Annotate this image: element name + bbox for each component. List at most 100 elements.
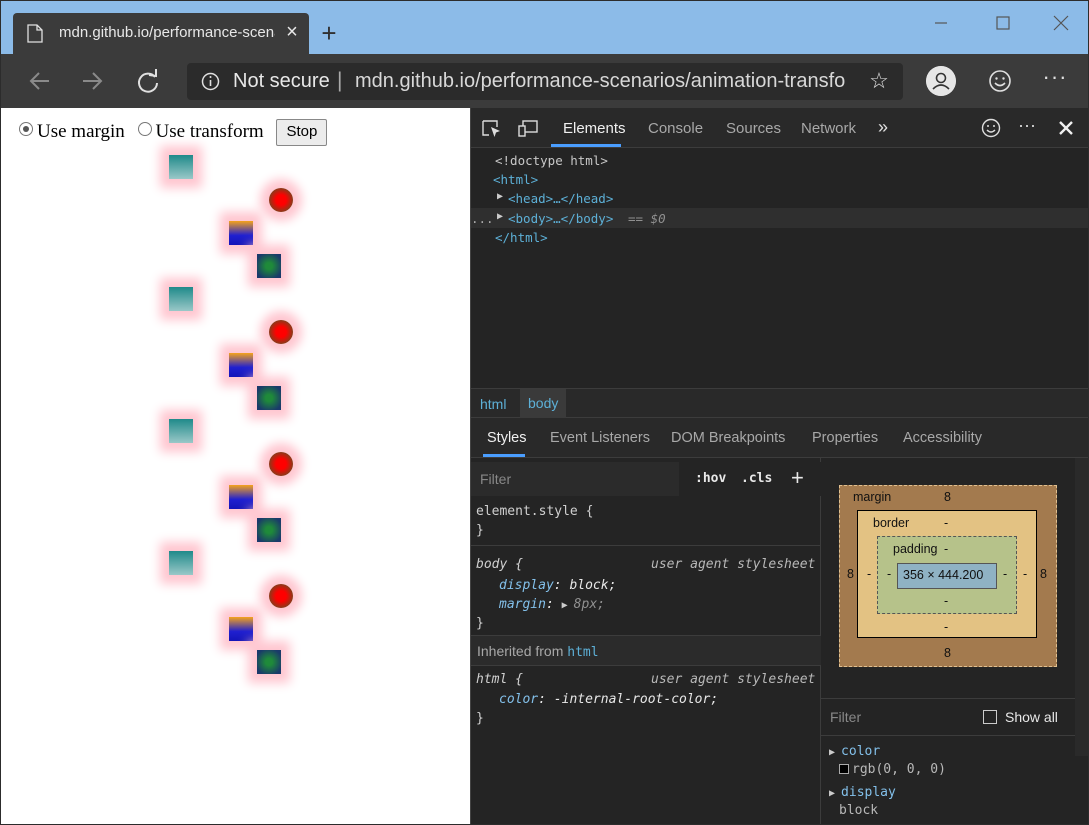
body-prop-display[interactable]: display: block; xyxy=(499,578,616,593)
minimize-icon[interactable] xyxy=(921,11,961,35)
html-prop-color[interactable]: color: -internal-root-color; xyxy=(499,692,718,707)
dom-selected-marker: == $0 xyxy=(628,211,666,226)
tab-elements[interactable]: Elements xyxy=(563,120,626,137)
url-text[interactable]: mdn.github.io/performance-scenarios/anim… xyxy=(355,70,845,93)
body-selector[interactable]: body { xyxy=(476,557,523,572)
content-size-value[interactable]: 356 × 444.200 xyxy=(903,568,983,582)
computed-prop-display[interactable]: ▶ display xyxy=(829,785,896,800)
breadcrumb-html[interactable]: html xyxy=(480,396,506,412)
computed-filter-input[interactable]: Filter xyxy=(830,709,861,725)
profile-avatar-icon[interactable] xyxy=(926,66,956,96)
breadcrumb: html body xyxy=(471,388,1088,418)
show-all-checkbox[interactable] xyxy=(983,710,997,724)
dom-row-ellipsis[interactable]: ... xyxy=(471,211,494,226)
tab-sources[interactable]: Sources xyxy=(726,120,781,137)
computed-scrollbar[interactable] xyxy=(1075,458,1088,756)
color-swatch[interactable] xyxy=(839,764,849,774)
margin-top-value[interactable]: 8 xyxy=(944,490,951,504)
tab-console[interactable]: Console xyxy=(648,120,703,137)
tab-dom-breakpoints[interactable]: DOM Breakpoints xyxy=(671,430,785,446)
dom-html-open[interactable]: <html> xyxy=(493,172,538,187)
hover-state-toggle[interactable]: :hov xyxy=(695,471,726,486)
browser-tab[interactable]: mdn.github.io/performance-scenarios/anim… xyxy=(13,13,309,54)
body-prop-margin[interactable]: margin: ▶ 8px; xyxy=(499,597,605,612)
margin-bottom-value[interactable]: 8 xyxy=(944,646,951,660)
info-icon[interactable] xyxy=(201,72,220,91)
tab-styles[interactable]: Styles xyxy=(487,430,527,446)
html-selector[interactable]: html { xyxy=(476,672,523,687)
new-tab-button[interactable]: + xyxy=(317,20,341,46)
breadcrumb-body[interactable]: body xyxy=(520,389,567,418)
element-style-selector[interactable]: element.style { xyxy=(476,504,593,519)
show-all-label[interactable]: Show all xyxy=(1005,709,1058,725)
devtools-panel: Elements Console Sources Network » ··· <… xyxy=(470,108,1088,824)
prop-value: block; xyxy=(569,578,617,593)
inherited-prefix: Inherited from xyxy=(477,643,564,659)
tab-properties[interactable]: Properties xyxy=(812,430,878,446)
html-rule: html { user agent stylesheet color: -int… xyxy=(471,666,821,736)
expand-computed-icon[interactable]: ▶ xyxy=(829,788,841,799)
border-bottom-value[interactable]: - xyxy=(944,620,948,634)
browser-window: mdn.github.io/performance-scenarios/anim… xyxy=(0,0,1089,825)
close-devtools-icon[interactable] xyxy=(1055,117,1077,139)
computed-prop-color[interactable]: ▶ color xyxy=(829,744,880,759)
tab-close-icon[interactable]: × xyxy=(281,21,303,43)
forward-arrow-icon[interactable] xyxy=(77,66,109,96)
close-window-icon[interactable] xyxy=(1041,11,1081,35)
favorite-star-icon[interactable]: ☆ xyxy=(867,68,891,94)
feedback-smiley-icon[interactable] xyxy=(980,117,1002,139)
dom-html-close[interactable]: </html> xyxy=(495,230,548,245)
more-tabs-chevron-icon[interactable]: » xyxy=(878,117,888,138)
inherited-from-link[interactable]: html xyxy=(567,645,598,660)
back-arrow-icon[interactable] xyxy=(23,66,55,96)
padding-top-value[interactable]: - xyxy=(944,542,948,556)
dom-head[interactable]: <head>…</head> xyxy=(508,191,613,206)
html-rule-source: user agent stylesheet xyxy=(651,672,816,687)
margin-left-value[interactable]: 8 xyxy=(847,567,854,581)
animation-controls: Use margin Use transform Stop xyxy=(19,119,328,146)
padding-right-value[interactable]: - xyxy=(1003,567,1007,581)
padding-left-value[interactable]: - xyxy=(887,567,891,581)
padding-bottom-value[interactable]: - xyxy=(944,594,948,608)
use-margin-radio[interactable] xyxy=(19,122,33,136)
computed-prop-value: rgb(0, 0, 0) xyxy=(852,762,946,777)
inspect-element-icon[interactable] xyxy=(481,119,503,139)
security-label[interactable]: Not secure xyxy=(233,70,330,93)
animated-square-blue xyxy=(229,617,253,641)
computed-value-color: rgb(0, 0, 0) xyxy=(839,762,946,777)
expand-shorthand-icon[interactable]: ▶ xyxy=(562,600,574,611)
border-right-value[interactable]: - xyxy=(1023,567,1027,581)
use-transform-radio[interactable] xyxy=(137,122,152,136)
device-toolbar-icon[interactable] xyxy=(517,119,539,139)
animated-square-teal xyxy=(169,287,193,311)
active-tab-indicator xyxy=(551,144,621,147)
maximize-icon[interactable] xyxy=(983,11,1023,35)
expand-computed-icon[interactable]: ▶ xyxy=(829,747,841,758)
feedback-smiley-icon[interactable] xyxy=(986,67,1014,95)
stop-button[interactable]: Stop xyxy=(276,119,328,146)
border-left-value[interactable]: - xyxy=(867,567,871,581)
dom-body[interactable]: <body>…</body> xyxy=(508,211,613,226)
address-bar[interactable]: Not secure | mdn.github.io/performance-s… xyxy=(187,63,903,100)
settings-more-icon[interactable]: ··· xyxy=(1041,66,1069,94)
new-style-rule-button[interactable]: + xyxy=(791,465,804,491)
dom-doctype[interactable]: <!doctype html> xyxy=(495,153,608,168)
margin-right-value[interactable]: 8 xyxy=(1040,567,1047,581)
use-transform-label[interactable]: Use transform xyxy=(156,121,264,142)
page-icon xyxy=(27,24,43,43)
devtools-menu-icon[interactable]: ··· xyxy=(1016,116,1038,139)
styles-filter-input[interactable]: Filter xyxy=(471,462,679,496)
tab-accessibility[interactable]: Accessibility xyxy=(903,430,982,446)
tab-network[interactable]: Network xyxy=(801,120,856,137)
expand-head-icon[interactable]: ▶ xyxy=(497,191,503,202)
tab-event-listeners[interactable]: Event Listeners xyxy=(550,430,650,446)
animated-square-green xyxy=(257,518,281,542)
prop-value: 8px; xyxy=(573,597,605,612)
border-top-value[interactable]: - xyxy=(944,516,948,530)
class-toggle[interactable]: .cls xyxy=(741,471,772,486)
padding-label: padding xyxy=(893,542,938,556)
use-margin-label[interactable]: Use margin xyxy=(37,121,125,142)
expand-body-icon[interactable]: ▶ xyxy=(497,211,503,222)
refresh-icon[interactable] xyxy=(132,66,164,96)
styles-filter-bar: Filter :hov .cls + xyxy=(471,462,821,496)
